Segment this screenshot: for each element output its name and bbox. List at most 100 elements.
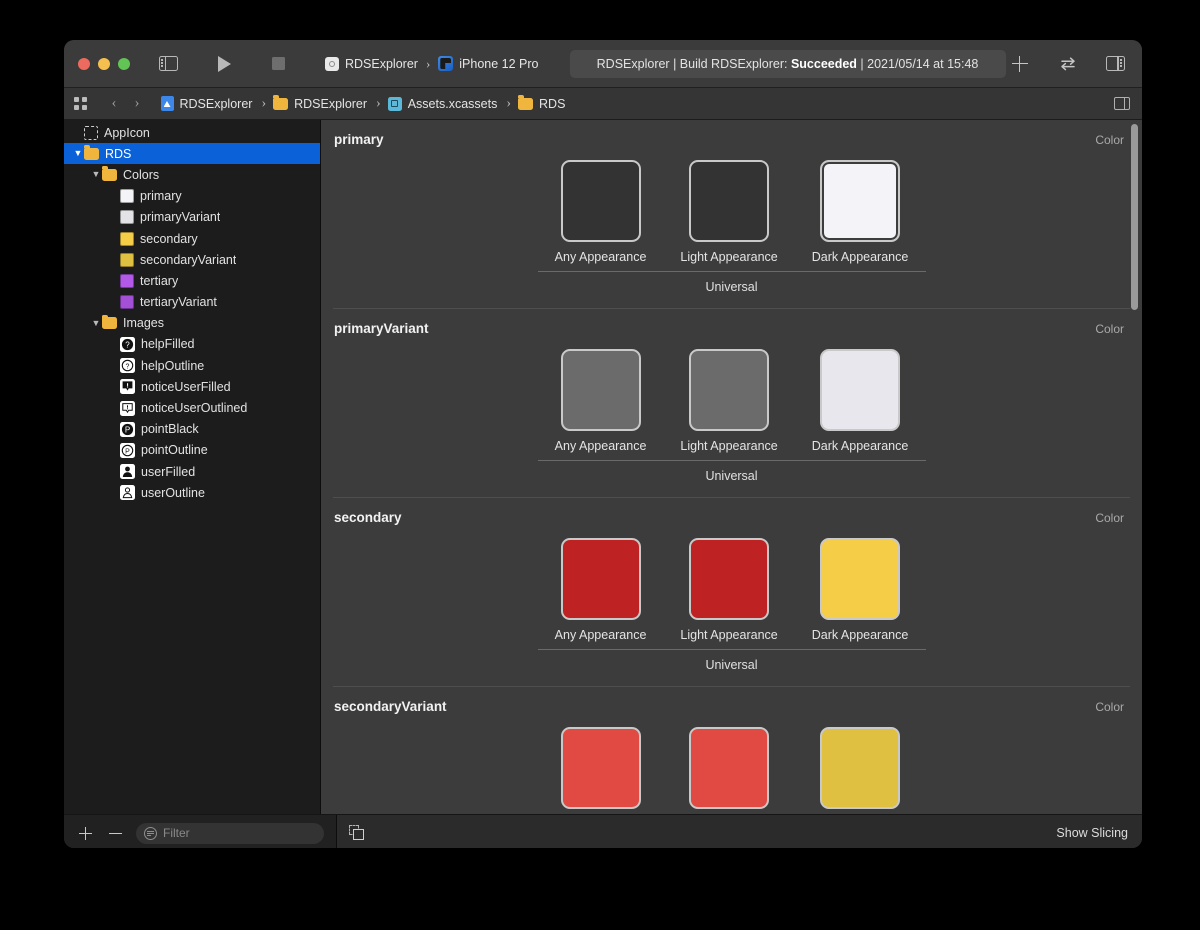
navigator-item-tertiaryvariant[interactable]: tertiaryVariant bbox=[64, 292, 320, 313]
scheme-target-label: RDSExplorer bbox=[345, 56, 418, 71]
user-outline-icon bbox=[120, 485, 135, 501]
colorset-primary[interactable]: primary Color Any Appearance Light Appearan… bbox=[321, 120, 1142, 309]
navigator-item-tertiary[interactable]: tertiary bbox=[64, 270, 320, 291]
breadcrumb-item-rdsexplorer[interactable]: RDSExplorer bbox=[160, 96, 255, 111]
colorset-primaryVariant[interactable]: primaryVariant Color Any Appearance Light A… bbox=[321, 309, 1142, 498]
remove-asset-button[interactable] bbox=[102, 821, 128, 845]
breadcrumb: RDSExplorer › RDSExplorer › Assets.xcassets ›… bbox=[160, 95, 568, 112]
show-slicing-button[interactable]: Show Slicing bbox=[1056, 826, 1128, 840]
editor-scroll-content: primary Color Any Appearance Light Appearan… bbox=[321, 120, 1142, 814]
navigator-item-label: primaryVariant bbox=[140, 210, 221, 225]
color-swatch-light-appearance[interactable] bbox=[689, 727, 770, 809]
library-button[interactable] bbox=[1054, 50, 1082, 78]
zoom-button[interactable] bbox=[118, 57, 130, 70]
editor-scrollbar-thumb[interactable] bbox=[1131, 124, 1138, 310]
chevron-down-icon[interactable] bbox=[72, 149, 84, 158]
run-button[interactable] bbox=[210, 50, 238, 78]
grid-icon[interactable] bbox=[74, 97, 87, 110]
color-swatch-icon bbox=[120, 189, 134, 204]
navigator-item-label: RDS bbox=[105, 146, 132, 161]
navigator-item-label: Images bbox=[123, 316, 164, 331]
navigator-item-primaryvariant[interactable]: primaryVariant bbox=[64, 207, 320, 228]
navigator-item-images[interactable]: Images bbox=[64, 313, 320, 334]
scheme-chooser[interactable]: RDSExplorer › iPhone 12 Pro bbox=[314, 51, 550, 77]
color-swatch-any-appearance[interactable] bbox=[560, 538, 641, 620]
stop-button[interactable] bbox=[264, 50, 292, 78]
navigator-item-useroutline[interactable]: userOutline bbox=[64, 482, 320, 503]
colorset-kind-label: Color bbox=[1095, 700, 1124, 714]
forward-button[interactable]: › bbox=[126, 95, 149, 112]
color-swatch-dark-appearance[interactable] bbox=[820, 538, 901, 620]
swatch-area: Any Appearance Light Appearance Dark Appea… bbox=[321, 525, 1142, 674]
navigator-item-appicon[interactable]: AppIcon bbox=[64, 122, 320, 143]
swatch-cell: Dark Appearance bbox=[812, 727, 909, 814]
user-filled-icon bbox=[120, 464, 135, 480]
navigator-item-userfilled[interactable]: userFilled bbox=[64, 461, 320, 482]
breadcrumb-item-label: RDSExplorer bbox=[294, 96, 368, 111]
navigator-item-pointoutline[interactable]: PpointOutline bbox=[64, 440, 320, 461]
swatch-row: Any Appearance Light Appearance Dark Appea… bbox=[554, 349, 908, 453]
minimize-button[interactable] bbox=[98, 57, 110, 70]
body-split: AppIcon RDS Colors primary primaryVariant sec… bbox=[64, 120, 1142, 814]
inspector-toggle-button[interactable] bbox=[1102, 50, 1130, 78]
swatch-caption: Any Appearance bbox=[554, 439, 647, 453]
colorset-secondaryVariant[interactable]: secondaryVariant Color Any Appearance Light… bbox=[321, 687, 1142, 814]
color-swatch-light-appearance[interactable] bbox=[689, 349, 770, 431]
breadcrumb-item-assets-xcassets[interactable]: Assets.xcassets bbox=[387, 96, 500, 111]
navigator-item-pointblack[interactable]: PpointBlack bbox=[64, 419, 320, 440]
swatch-cell: Light Appearance bbox=[680, 538, 778, 642]
universal-label: Universal bbox=[705, 658, 758, 672]
color-swatch-dark-appearance[interactable] bbox=[820, 160, 901, 242]
color-swatch-dark-appearance[interactable] bbox=[820, 727, 901, 809]
navigator-item-helpoutline[interactable]: ? helpOutline bbox=[64, 355, 320, 376]
color-swatch-icon bbox=[120, 252, 134, 267]
plus-icon bbox=[78, 826, 92, 840]
navigator-item-helpfilled[interactable]: ? helpFilled bbox=[64, 334, 320, 355]
chevron-down-icon[interactable] bbox=[90, 319, 102, 328]
universal-label: Universal bbox=[705, 469, 758, 483]
filter-placeholder: Filter bbox=[163, 826, 190, 840]
swatch-area: Any Appearance Light Appearance Dark Appea… bbox=[321, 714, 1142, 814]
editor-scrollbar[interactable] bbox=[1130, 124, 1139, 810]
navigator-item-secondary[interactable]: secondary bbox=[64, 228, 320, 249]
navigator-item-colors[interactable]: Colors bbox=[64, 164, 320, 185]
navigator-item-label: noticeUserFilled bbox=[141, 379, 231, 394]
scheme-target[interactable]: RDSExplorer bbox=[320, 56, 423, 71]
breadcrumb-item-rdsexplorer[interactable]: RDSExplorer bbox=[273, 95, 369, 111]
chevron-down-icon[interactable] bbox=[90, 170, 102, 179]
navigator-item-secondaryvariant[interactable]: secondaryVariant bbox=[64, 249, 320, 270]
colorset-secondary[interactable]: secondary Color Any Appearance Light Appear… bbox=[321, 498, 1142, 687]
color-swatch-any-appearance[interactable] bbox=[560, 160, 641, 242]
folder-icon bbox=[273, 95, 289, 110]
bottom-bar: Filter Show Slicing bbox=[64, 814, 1142, 848]
color-swatch-any-appearance[interactable] bbox=[560, 349, 641, 431]
swatch-caption: Light Appearance bbox=[680, 628, 778, 642]
filter-input[interactable]: Filter bbox=[136, 822, 324, 844]
navigator-item-noticeuseroutlined[interactable]: noticeUserOutlined bbox=[64, 397, 320, 418]
navigator-toggle-button[interactable] bbox=[154, 50, 182, 78]
breadcrumb-item-rds[interactable]: RDS bbox=[518, 95, 567, 111]
add-asset-button[interactable] bbox=[72, 821, 98, 845]
folder-icon bbox=[518, 95, 534, 110]
panel-right-small-icon[interactable] bbox=[1114, 96, 1130, 111]
scheme-destination[interactable]: iPhone 12 Pro bbox=[433, 56, 543, 71]
folder-icon bbox=[102, 166, 117, 181]
color-swatch-light-appearance[interactable] bbox=[689, 538, 770, 620]
color-swatch-any-appearance[interactable] bbox=[560, 727, 641, 809]
build-status-text: RDSExplorer | Build RDSExplorer: Succeed… bbox=[596, 56, 979, 71]
navigator-item-noticeuserfilled[interactable]: noticeUserFilled bbox=[64, 376, 320, 397]
slicing-stack-icon[interactable] bbox=[349, 825, 365, 841]
color-swatch-light-appearance[interactable] bbox=[689, 160, 770, 242]
navigator-item-rds[interactable]: RDS bbox=[64, 143, 320, 165]
universal-group: Universal bbox=[537, 649, 926, 674]
close-button[interactable] bbox=[78, 57, 90, 70]
scheme-separator: › bbox=[425, 55, 431, 71]
swatch-cell: Any Appearance bbox=[554, 349, 647, 453]
add-editor-button[interactable] bbox=[1006, 50, 1034, 78]
back-button[interactable]: ‹ bbox=[103, 95, 126, 112]
swatch-cell: Dark Appearance bbox=[812, 538, 908, 642]
color-swatch-dark-appearance[interactable] bbox=[820, 349, 901, 431]
navigator-item-primary[interactable]: primary bbox=[64, 186, 320, 207]
navigator-item-label: secondary bbox=[140, 231, 198, 246]
activity-status-view[interactable]: RDSExplorer | Build RDSExplorer: Succeed… bbox=[569, 49, 1006, 78]
